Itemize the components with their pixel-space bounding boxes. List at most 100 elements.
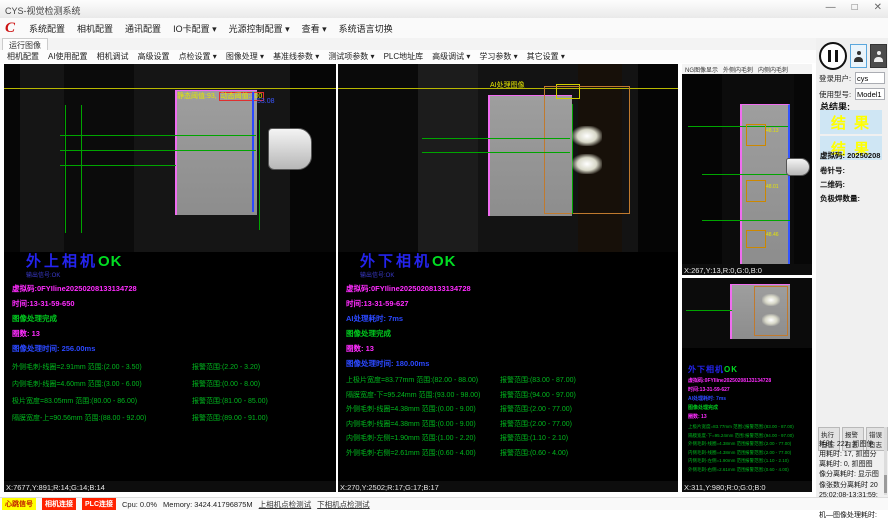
menu-light-config[interactable]: 光源控制配置 ▾ bbox=[229, 22, 290, 35]
measurement-text: 外侧毛刺-线圈=4.38mm 范围:(0.00 - 9.00) bbox=[688, 441, 745, 447]
done-line: 图像处理完成 bbox=[346, 328, 676, 339]
time-line: 时间:13-31-59-650 bbox=[12, 298, 334, 309]
title-bar: CYS-视觉检测系统 — □ ✕ bbox=[0, 0, 888, 19]
green-vline bbox=[81, 105, 82, 233]
ng-image-view[interactable]: NG图像显示 外侧内毛刺 内侧内毛刺 48.13 48.01 48.46 bbox=[682, 64, 812, 264]
defect-box bbox=[746, 230, 766, 248]
maximize-icon[interactable]: □ bbox=[852, 2, 858, 13]
ai-time-line: AI处理耗时: 7ms bbox=[688, 395, 810, 402]
sidebar-buttons bbox=[819, 42, 888, 70]
menu-comm-config[interactable]: 通讯配置 bbox=[125, 22, 161, 35]
green-hline bbox=[688, 126, 788, 127]
memory-usage: Memory: 3424.41796875M bbox=[163, 500, 253, 509]
qr-code-label: 二维码: bbox=[820, 179, 845, 190]
ng-header-inner-burr[interactable]: 内侧内毛刺 bbox=[758, 65, 788, 74]
upper-camera-spotcheck-link[interactable]: 上相机点检测试 bbox=[259, 499, 312, 510]
measurement-text: 隔膜宽度-下=95.24mm 范围:(93.00 - 98.00) bbox=[346, 390, 500, 400]
turns-line: 圈数: 13 bbox=[346, 343, 676, 354]
minimize-icon[interactable]: — bbox=[826, 2, 836, 13]
measurement-rows: 外侧毛刺-线圈=2.91mm 范围:(2.00 - 3.50)报警范围:(2.2… bbox=[12, 362, 334, 423]
user-login-button[interactable] bbox=[850, 44, 867, 68]
count-label: 负极焊数量: bbox=[820, 193, 860, 204]
toolbar-spotcheck-settings[interactable]: 点检设置 ▾ bbox=[179, 51, 217, 62]
ng-header-outer-burr[interactable]: 外侧内毛刺 bbox=[723, 65, 753, 74]
plc-connection-badge: PLC连接 bbox=[82, 498, 116, 510]
alarm-text: 报警范围:(1.10 - 2.10) bbox=[745, 458, 789, 464]
camera-view-lower[interactable]: AI处理图像 外下相机OK 输出信号:OK 虚拟码:0FYIline202502… bbox=[338, 64, 678, 481]
mini-result-view[interactable]: 外下相机OK 虚拟码:0FYIline20250208133134728 时间:… bbox=[682, 278, 812, 481]
model-row: 使用型号: bbox=[819, 88, 885, 100]
alarm-text: 报警范围:(83.00 - 87.00) bbox=[500, 375, 576, 385]
stats-scrollbar[interactable] bbox=[884, 427, 887, 495]
defect-box bbox=[746, 180, 766, 202]
user-manage-button[interactable] bbox=[870, 44, 887, 68]
time-line: 时间:13-31-59-627 bbox=[688, 386, 810, 393]
ng-header-display[interactable]: NG图像显示 bbox=[685, 65, 718, 74]
measurement-row: 外侧毛刺-线圈=2.91mm 范围:(2.00 - 3.50)报警范围:(2.2… bbox=[12, 362, 334, 372]
measurement-text: 内侧毛刺-左侧=1.90mm 范围:(1.00 - 2.20) bbox=[688, 458, 745, 464]
menu-language-switch[interactable]: 系统语言切换 bbox=[339, 22, 393, 35]
pixel-coords-ng: X:267,Y:13,R:0,G:0,B:0 bbox=[682, 264, 812, 275]
login-user-label: 登录用户: bbox=[819, 73, 855, 84]
alarm-text: 报警范围:(2.00 - 77.00) bbox=[500, 404, 572, 414]
upper-camera-info: 外上相机OK 输出信号:OK 虚拟码:0FYIline2025020813313… bbox=[12, 254, 334, 430]
mini-image bbox=[682, 278, 812, 348]
camera-subtitle: 输出信号:OK bbox=[26, 270, 334, 279]
green-hline bbox=[686, 310, 732, 311]
toolbar-camera-debug[interactable]: 相机调试 bbox=[97, 51, 129, 62]
toolbar-other-settings[interactable]: 其它设置 ▾ bbox=[527, 51, 565, 62]
proc-time-line: 图像处理时间: 180.00ms bbox=[346, 358, 676, 369]
user-icon bbox=[874, 51, 883, 62]
toolbar-advanced-settings[interactable]: 高级设置 bbox=[138, 51, 170, 62]
menu-bar: C 系统配置 相机配置 通讯配置 IO卡配置 ▾ 光源控制配置 ▾ 查看 ▾ 系… bbox=[0, 18, 888, 38]
login-user-input[interactable] bbox=[855, 72, 885, 84]
measurement-text: 外侧毛刺-右侧=2.61mm 范围:(0.60 - 4.00) bbox=[346, 448, 500, 458]
ai-image-label: AI处理图像 bbox=[490, 80, 525, 90]
camera-image-upper: 静态阈值:93, 动态阈值:100 53.08 bbox=[4, 64, 336, 252]
result-box-upper: 结果 bbox=[820, 110, 882, 134]
menu-view[interactable]: 查看 ▾ bbox=[302, 22, 327, 35]
alarm-text: 报警范围:(2.20 - 3.20) bbox=[192, 362, 260, 372]
pause-button[interactable] bbox=[819, 42, 847, 70]
close-icon[interactable]: ✕ bbox=[874, 2, 882, 13]
alarm-text: 报警范围:(2.00 - 77.00) bbox=[745, 450, 791, 456]
camera-connection-badge: 相机连接 bbox=[42, 498, 76, 510]
image-band bbox=[418, 64, 478, 252]
toolbar-plc-address[interactable]: PLC地址库 bbox=[384, 51, 424, 62]
barcode-line: 虚拟码:0FYIline20250208133134728 bbox=[346, 283, 676, 294]
pin-number-label: 卷针号: bbox=[820, 165, 845, 176]
app-window: CYS-视觉检测系统 — □ ✕ C 系统配置 相机配置 通讯配置 IO卡配置 … bbox=[0, 0, 888, 522]
window-title: CYS-视觉检测系统 bbox=[5, 4, 81, 17]
tab-connector bbox=[268, 128, 312, 170]
menu-camera-config[interactable]: 相机配置 bbox=[77, 22, 113, 35]
alarm-text: 报警范围:(2.00 - 77.00) bbox=[500, 419, 572, 429]
toolbar-image-processing[interactable]: 图像处理 ▾ bbox=[226, 51, 264, 62]
material-strip bbox=[175, 90, 257, 215]
toolbar-baseline-params[interactable]: 基准线参数 ▾ bbox=[273, 51, 319, 62]
toolbar-test-params[interactable]: 测试项参数 ▾ bbox=[328, 51, 374, 62]
menu-io-config[interactable]: IO卡配置 ▾ bbox=[173, 22, 217, 35]
camera-view-upper[interactable]: 静态阈值:93, 动态阈值:100 53.08 外上相机OK 输出信号:OK 虚… bbox=[4, 64, 336, 481]
alarm-text: 报警范围:(1.10 - 2.10) bbox=[500, 433, 568, 443]
measurement-row: 内侧毛刺-左侧=1.90mm 范围:(1.00 - 2.20)报警范围:(1.1… bbox=[688, 458, 810, 464]
status-bar: 心跳信号 相机连接 PLC连接 Cpu: 0.0% Memory: 3424.4… bbox=[0, 497, 888, 510]
measurement-text: 极片宽度=83.05mm 范围:(80.00 - 86.00) bbox=[12, 396, 192, 406]
green-hline bbox=[422, 138, 570, 139]
camera-subtitle: 输出信号:OK bbox=[360, 270, 676, 279]
toolbar-advanced-debug[interactable]: 高级调试 ▾ bbox=[432, 51, 470, 62]
measurement-row: 外侧毛刺-右侧=2.61mm 范围:(0.60 - 4.00)报警范围:(0.6… bbox=[346, 448, 676, 458]
menu-system-config[interactable]: 系统配置 bbox=[29, 22, 65, 35]
measurement-text: 隔膜宽度-下=95.24mm 范围:(93.00 - 98.00) bbox=[688, 433, 745, 439]
model-input[interactable] bbox=[855, 88, 885, 100]
toolbar-camera-config[interactable]: 相机配置 bbox=[7, 51, 39, 62]
toolbar-ai-config[interactable]: AI使用配置 bbox=[48, 51, 88, 62]
green-hline bbox=[702, 174, 790, 175]
toolbar-learning-params[interactable]: 学习参数 ▾ bbox=[479, 51, 517, 62]
lower-camera-spotcheck-link[interactable]: 下相机点检测试 bbox=[317, 499, 370, 510]
scrollbar-thumb[interactable] bbox=[884, 475, 887, 493]
measurement-row: 隔膜宽度-下=95.24mm 范围:(93.00 - 98.00)报警范围:(9… bbox=[688, 433, 810, 439]
green-hline bbox=[60, 135, 256, 136]
ai-time-line: AI处理耗时: 7ms bbox=[346, 313, 676, 324]
heartbeat-status-badge: 心跳信号 bbox=[2, 498, 36, 510]
measurement-text: 内侧毛刺-线圈=4.38mm 范围:(0.00 - 9.00) bbox=[688, 450, 745, 456]
